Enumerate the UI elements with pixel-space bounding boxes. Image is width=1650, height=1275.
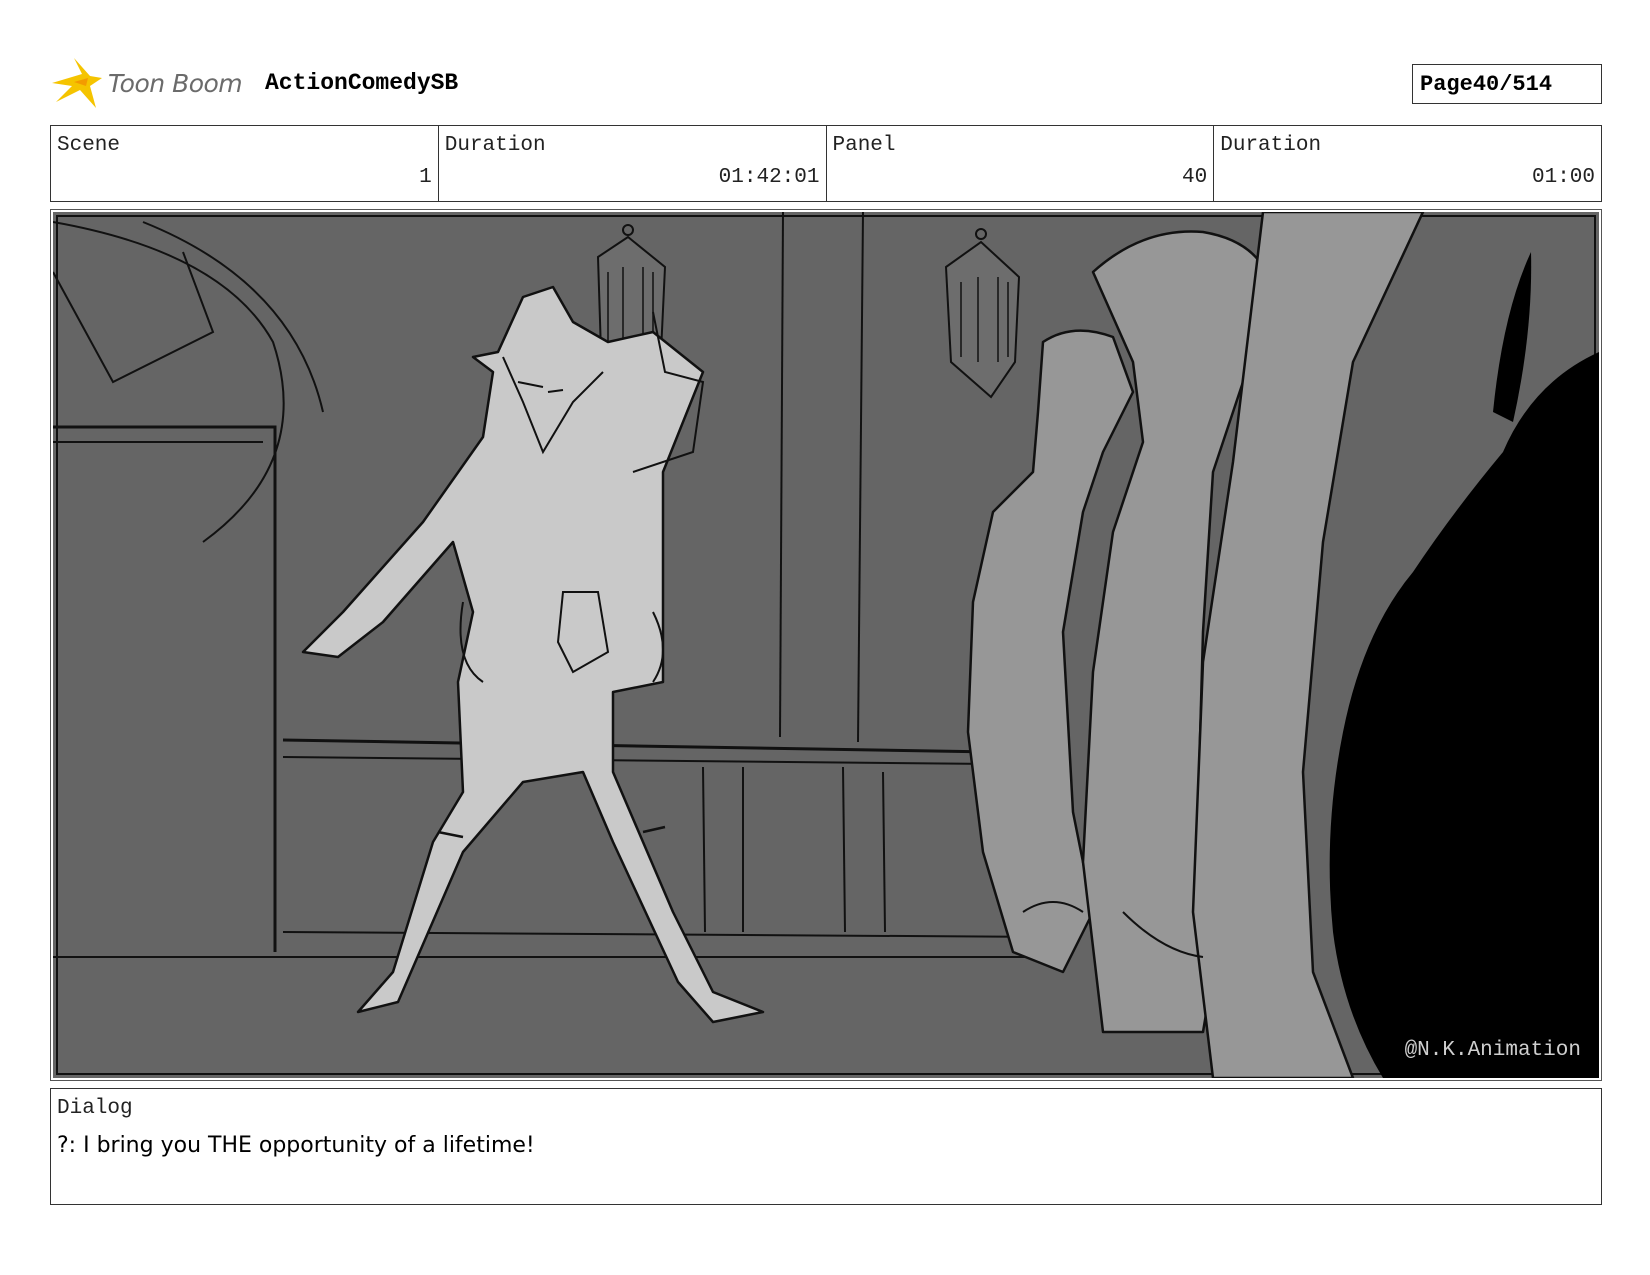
page-value: 40/514	[1472, 71, 1553, 97]
scene-value: 1	[419, 166, 432, 189]
panel-duration-cell: Duration 01:00	[1214, 126, 1601, 201]
scene-duration-value: 01:42:01	[718, 166, 820, 189]
panel-label: Panel	[832, 134, 896, 157]
scene-label: Scene	[57, 134, 121, 157]
dialog-text: ?: I bring you THE opportunity of a life…	[57, 1133, 535, 1158]
watermark: @N.K.Animation	[1404, 1039, 1581, 1062]
panel-duration-value: 01:00	[1531, 166, 1595, 189]
toon-boom-logo: Toon Boom	[52, 56, 243, 110]
scene-cell: Scene 1	[51, 126, 439, 201]
page-indicator: Page 40/514	[1412, 64, 1602, 104]
scene-duration-label: Duration	[444, 134, 546, 157]
storyboard-panel: @N.K.Animation	[50, 209, 1602, 1081]
panel-value: 40	[1182, 166, 1208, 189]
panel-cell: Panel 40	[827, 126, 1215, 201]
dialog-label: Dialog	[57, 1097, 133, 1120]
panel-info-row: Scene 1 Duration 01:42:01 Panel 40 Durat…	[50, 125, 1602, 202]
dialog-box: Dialog ?: I bring you THE opportunity of…	[50, 1088, 1602, 1205]
logo-text: Toon Boom	[108, 68, 243, 98]
scene-duration-cell: Duration 01:42:01	[439, 126, 827, 201]
panel-sketch	[53, 212, 1599, 1078]
page-label: Page	[1420, 71, 1473, 97]
project-title: ActionComedySB	[265, 70, 459, 96]
toon-boom-star-icon	[52, 58, 102, 108]
panel-duration-label: Duration	[1220, 134, 1322, 157]
